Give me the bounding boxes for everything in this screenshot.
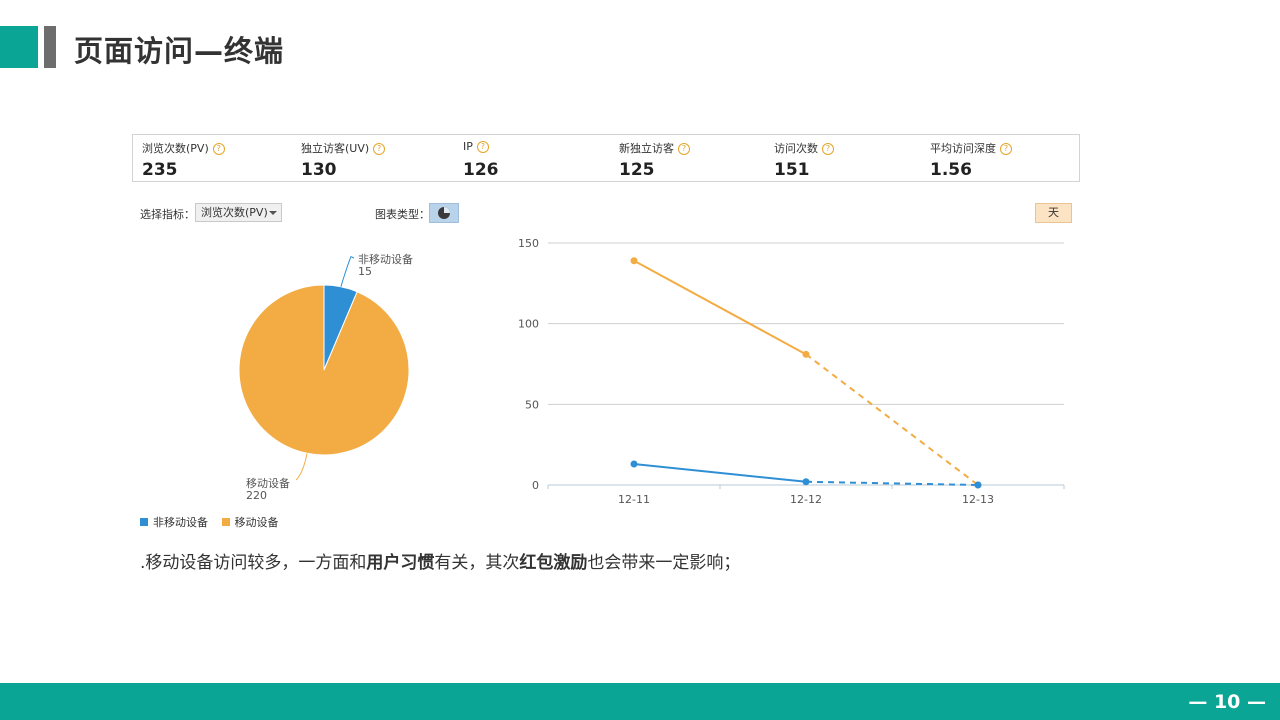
pie-chart-icon xyxy=(438,207,450,219)
metric-select-value: 浏览次数(PV) xyxy=(201,206,268,219)
pie-label-mobile-name: 移动设备 xyxy=(246,476,290,490)
series-segment xyxy=(805,353,979,486)
chart-type-pie-button[interactable] xyxy=(429,203,459,223)
analysis-caption: .移动设备访问较多，一方面和用户习惯有关，其次红包激励也会带来一定影响； xyxy=(140,548,740,573)
caption-text: 也会带来一定影响； xyxy=(587,553,741,573)
line-chart-ticks: 0 50 100 150 12-11 12-12 12-13 xyxy=(518,237,1065,505)
page-number: — 10 — xyxy=(1188,691,1266,713)
x-tick-label: 12-11 xyxy=(618,493,650,505)
legend-item-non-mobile[interactable]: 非移动设备 xyxy=(140,516,208,529)
title-accent-block xyxy=(0,26,38,68)
y-tick-label: 0 xyxy=(532,479,539,492)
metric-value: 1.56 xyxy=(930,160,972,180)
granularity-day-button[interactable]: 天 xyxy=(1035,203,1072,223)
caption-text: 有关，其次 xyxy=(434,553,520,573)
y-tick-label: 100 xyxy=(518,318,539,331)
data-point[interactable] xyxy=(974,481,982,489)
pie-chart: 非移动设备 15 移动设备 220 xyxy=(238,252,413,502)
metric-label: 访问次数 xyxy=(774,142,818,155)
legend-item-mobile[interactable]: 移动设备 xyxy=(221,516,279,529)
series-segment xyxy=(633,463,807,483)
help-icon[interactable]: ? xyxy=(212,143,225,155)
x-tick-label: 12-13 xyxy=(962,493,994,505)
metric-label: 浏览次数(PV) xyxy=(142,142,209,155)
data-point[interactable] xyxy=(802,478,810,486)
pie-leader-line-non-mobile xyxy=(340,256,355,287)
metric-label: IP xyxy=(463,140,473,153)
metric-select[interactable]: 浏览次数(PV) xyxy=(195,203,282,222)
legend-label: 移动设备 xyxy=(234,516,279,529)
series-segment xyxy=(633,259,807,356)
title-accent-bar xyxy=(44,26,56,68)
legend-label: 非移动设备 xyxy=(153,516,208,529)
data-point[interactable] xyxy=(630,257,638,265)
caption-emphasis: 用户习惯 xyxy=(366,553,435,573)
help-icon[interactable]: ? xyxy=(373,143,386,155)
x-tick-label: 12-12 xyxy=(790,493,822,505)
metric-value: 130 xyxy=(301,160,337,180)
caption-emphasis: 红包激励 xyxy=(519,553,588,573)
chart-legend: 非移动设备 移动设备 xyxy=(140,514,289,530)
line-chart-grid xyxy=(548,242,1064,486)
select-metric-label: 选择指标： xyxy=(140,208,195,221)
pie-label-mobile-value: 220 xyxy=(246,489,267,502)
data-point[interactable] xyxy=(630,460,638,468)
metric-value: 126 xyxy=(463,160,499,180)
page-title: 页面访问—终端 xyxy=(74,34,285,68)
legend-swatch xyxy=(221,518,230,526)
metric-value: 125 xyxy=(619,160,655,180)
pie-leader-line-mobile xyxy=(295,453,308,481)
metric-label: 独立访客(UV) xyxy=(301,142,370,155)
line-chart: 0 50 100 150 12-11 12-12 12-13 xyxy=(518,237,1065,505)
legend-swatch xyxy=(140,518,148,526)
help-icon[interactable]: ? xyxy=(1000,143,1012,155)
chart-type-label: 图表类型： xyxy=(375,208,430,221)
pie-slice-mobile[interactable] xyxy=(238,284,410,456)
footer-bar: — 10 — xyxy=(0,683,1280,720)
chevron-down-icon xyxy=(269,211,277,215)
pie-label-non-mobile-name: 非移动设备 xyxy=(358,252,413,266)
metric-value: 235 xyxy=(142,160,178,180)
metric-label: 平均访问深度 xyxy=(930,142,996,155)
y-tick-label: 50 xyxy=(525,398,539,411)
help-icon[interactable]: ? xyxy=(476,141,489,153)
help-icon[interactable]: ? xyxy=(822,143,834,155)
pie-label-non-mobile-value: 15 xyxy=(358,265,372,278)
help-icon[interactable]: ? xyxy=(678,143,690,155)
metrics-bar: 浏览次数(PV)? 235 独立访客(UV)? 130 IP? 126 新独立访… xyxy=(132,134,1080,182)
caption-text: .移动设备访问较多，一方面和 xyxy=(140,553,367,573)
y-tick-label: 150 xyxy=(518,237,539,250)
data-point[interactable] xyxy=(802,350,810,358)
metric-label: 新独立访客 xyxy=(619,142,674,155)
metric-value: 151 xyxy=(774,160,810,180)
line-chart-series xyxy=(630,257,982,489)
